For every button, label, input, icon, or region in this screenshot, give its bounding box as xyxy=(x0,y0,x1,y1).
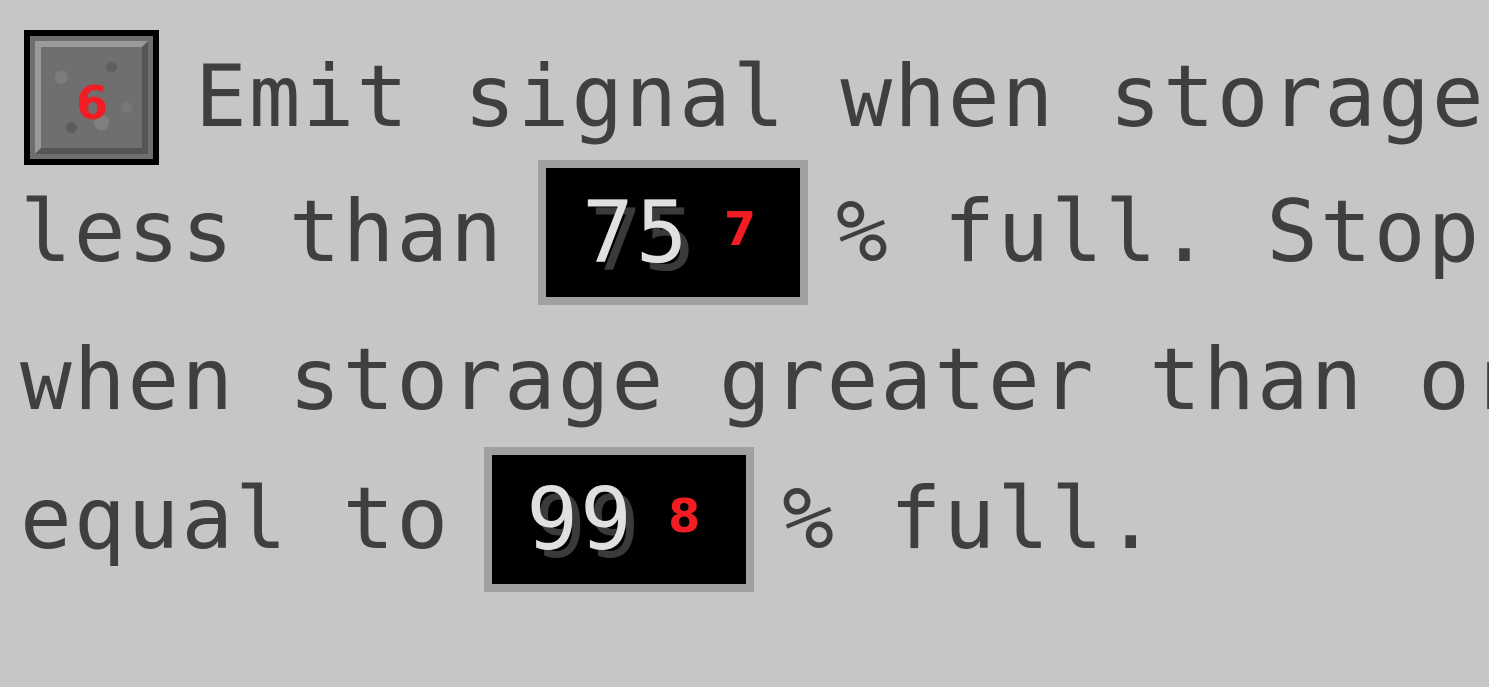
line-1-text: Emit signal when storage xyxy=(195,47,1486,147)
line-4-before-text: equal to xyxy=(20,469,451,569)
line-4-after-text: % full. xyxy=(782,469,1159,569)
high-threshold-marker: 8 xyxy=(668,488,703,543)
line-4: equal to 99 8 % full. xyxy=(20,446,1159,592)
slot-marker: 6 xyxy=(76,75,111,130)
line-3: when storage greater than or xyxy=(20,310,1489,450)
line-2-before-text: less than xyxy=(20,182,504,282)
high-threshold-value: 99 xyxy=(526,469,634,570)
low-threshold-input[interactable]: 75 7 xyxy=(538,159,808,305)
item-slot[interactable]: 6 xyxy=(24,29,159,165)
line-1: 6 Emit signal when storage xyxy=(20,27,1486,167)
low-threshold-marker: 7 xyxy=(724,201,759,256)
high-threshold-input[interactable]: 99 8 xyxy=(484,446,755,592)
low-threshold-value: 75 xyxy=(582,182,690,283)
redstone-signal-config-panel: 6 Emit signal when storage less than 75 … xyxy=(0,0,1489,687)
line-2: less than 75 7 % full. Stop xyxy=(20,159,1482,305)
line-3-text: when storage greater than or xyxy=(20,330,1489,430)
line-2-after-text: % full. Stop xyxy=(836,182,1482,282)
